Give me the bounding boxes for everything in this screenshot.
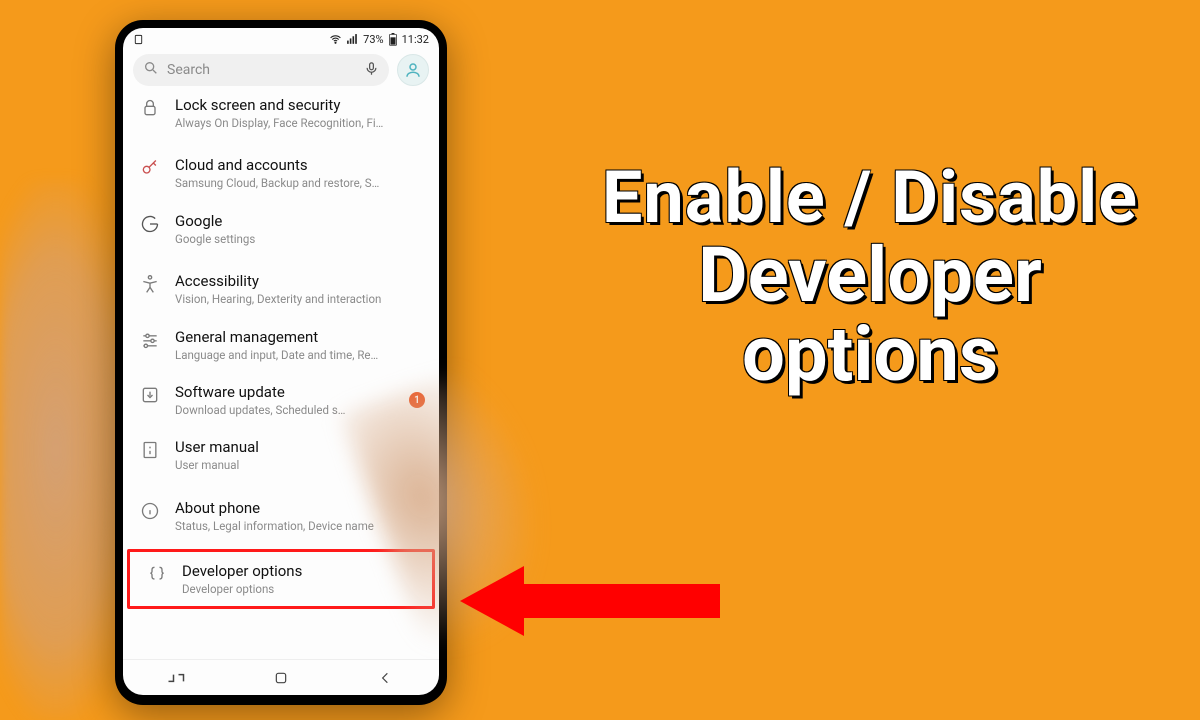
pointer-arrow: [460, 566, 720, 636]
signal-icon: [346, 33, 359, 46]
update-badge: 1: [409, 392, 425, 408]
item-title: Developer options: [182, 562, 418, 580]
item-title: Software update: [175, 383, 425, 401]
search-input[interactable]: Search: [133, 54, 389, 86]
accessibility-icon: [139, 274, 161, 294]
settings-item-google[interactable]: Google Google settings: [123, 201, 439, 256]
item-subtitle: Developer options: [182, 582, 418, 596]
overlay-title: Enable / Disable Developer options: [560, 160, 1180, 395]
item-title: About phone: [175, 499, 425, 517]
sliders-icon: [139, 330, 161, 350]
overlay-line3: options: [560, 315, 1180, 395]
search-row: Search: [123, 50, 439, 92]
item-title: User manual: [175, 438, 425, 456]
key-icon: [139, 158, 161, 178]
search-placeholder: Search: [167, 62, 210, 78]
clock-text: 11:32: [402, 33, 429, 46]
phone-screen: 73% 11:32 Search: [123, 28, 439, 695]
update-icon: [139, 385, 161, 405]
item-subtitle: Status, Legal information, Device name: [175, 519, 425, 533]
item-title: Lock screen and security: [175, 96, 425, 114]
item-title: General management: [175, 328, 425, 346]
profile-button[interactable]: [397, 54, 429, 86]
item-subtitle: Language and input, Date and time, Re…: [175, 348, 425, 362]
overlay-line1: Enable / Disable: [560, 160, 1180, 236]
item-title: Cloud and accounts: [175, 156, 425, 174]
mic-icon[interactable]: [364, 61, 379, 80]
settings-item-developer-options[interactable]: Developer options Developer options: [127, 549, 435, 609]
overlay-line2: Developer: [560, 236, 1180, 316]
item-subtitle: Vision, Hearing, Dexterity and interacti…: [175, 292, 425, 306]
info-icon: [139, 501, 161, 521]
braces-icon: [146, 564, 168, 584]
navigation-bar: [123, 659, 439, 695]
recents-button[interactable]: [156, 671, 196, 685]
settings-item-user-manual[interactable]: User manual User manual: [123, 427, 439, 482]
manual-icon: [139, 440, 161, 460]
settings-item-lock-screen[interactable]: Lock screen and security Always On Displ…: [123, 92, 439, 140]
item-subtitle: User manual: [175, 458, 425, 472]
search-icon: [143, 60, 159, 80]
screenshot-indicator-icon: [133, 34, 144, 45]
item-title: Accessibility: [175, 272, 425, 290]
back-button[interactable]: [366, 670, 406, 686]
phone-frame: 73% 11:32 Search: [115, 20, 447, 705]
settings-list: Lock screen and security Always On Displ…: [123, 92, 439, 659]
settings-item-about-phone[interactable]: About phone Status, Legal information, D…: [123, 489, 439, 543]
google-icon: [139, 214, 161, 234]
home-button[interactable]: [261, 670, 301, 686]
settings-item-software-update[interactable]: Software update Download updates, Schedu…: [123, 372, 439, 427]
item-subtitle: Download updates, Scheduled s…: [175, 403, 425, 417]
wifi-icon: [329, 33, 342, 46]
settings-item-cloud[interactable]: Cloud and accounts Samsung Cloud, Backup…: [123, 146, 439, 200]
battery-icon: [388, 33, 398, 46]
item-subtitle: Samsung Cloud, Backup and restore, S…: [175, 176, 425, 190]
item-subtitle: Google settings: [175, 232, 425, 246]
item-title: Google: [175, 212, 425, 230]
settings-item-accessibility[interactable]: Accessibility Vision, Hearing, Dexterity…: [123, 262, 439, 316]
battery-text: 73%: [363, 33, 383, 46]
settings-item-general[interactable]: General management Language and input, D…: [123, 317, 439, 372]
item-subtitle: Always On Display, Face Recognition, Fi…: [175, 116, 425, 130]
lock-icon: [139, 98, 161, 118]
status-bar: 73% 11:32: [123, 28, 439, 50]
